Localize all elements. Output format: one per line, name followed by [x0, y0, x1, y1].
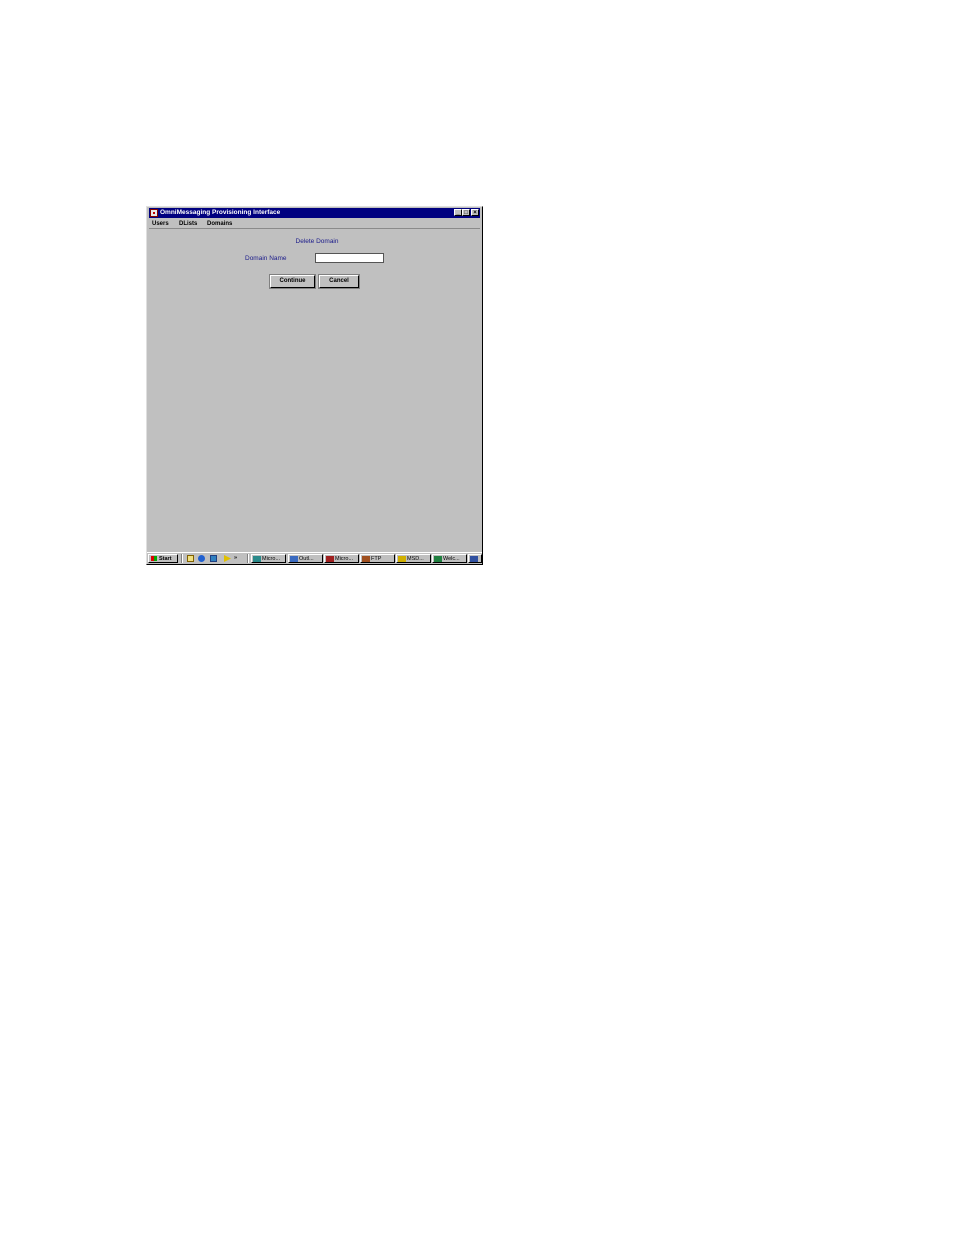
continue-button[interactable]: Continue: [270, 275, 315, 288]
domain-name-input[interactable]: [315, 253, 384, 263]
msdos-icon: [398, 556, 406, 562]
start-label: Start: [159, 556, 172, 562]
taskbar: Start » Micro... Outl... Micro... FTP MS…: [147, 552, 482, 564]
word-icon: [253, 556, 261, 562]
domain-name-label: Domain Name: [245, 255, 287, 262]
internet-explorer-icon[interactable]: [198, 555, 205, 562]
maximize-button[interactable]: □: [462, 209, 470, 216]
globe-icon: [434, 556, 442, 562]
menu-divider: [149, 228, 480, 229]
taskbar-button-app[interactable]: Micro...: [324, 554, 359, 563]
taskbar-button-ftp[interactable]: FTP: [360, 554, 395, 563]
page-heading: Delete Domain: [295, 238, 339, 245]
window-title: OmniMessaging Provisioning Interface: [160, 209, 281, 216]
minimize-button[interactable]: _: [454, 209, 462, 216]
ftp-icon: [362, 556, 370, 562]
media-player-icon[interactable]: [224, 555, 231, 562]
task-label: Outl...: [299, 556, 314, 562]
start-button[interactable]: Start: [148, 554, 178, 563]
taskbar-button-welcome[interactable]: Welc...: [432, 554, 467, 563]
quicklaunch-more-icon[interactable]: »: [234, 554, 237, 562]
taskbar-button-word[interactable]: Micro...: [251, 554, 286, 563]
java-app-icon: [150, 209, 158, 217]
taskbar-button-app[interactable]: [468, 554, 482, 563]
taskbar-separator: [247, 554, 249, 563]
outlook-icon: [290, 556, 298, 562]
application-window: OmniMessaging Provisioning Interface _ □…: [146, 206, 483, 565]
title-bar[interactable]: OmniMessaging Provisioning Interface _ □…: [149, 208, 480, 218]
app-icon: [470, 556, 478, 562]
outlook-icon[interactable]: [210, 555, 217, 562]
task-label: MSD...: [407, 556, 424, 562]
taskbar-button-msdos[interactable]: MSD...: [396, 554, 431, 563]
task-label: Micro...: [262, 556, 281, 562]
show-desktop-icon[interactable]: [187, 555, 194, 562]
cancel-button[interactable]: Cancel: [319, 275, 359, 288]
taskbar-button-outlook[interactable]: Outl...: [288, 554, 323, 563]
app-icon: [326, 556, 334, 562]
taskbar-separator: [181, 554, 183, 563]
task-label: Welc...: [443, 556, 460, 562]
task-label: Micro...: [335, 556, 354, 562]
close-button[interactable]: ×: [471, 209, 479, 216]
task-label: FTP: [371, 556, 382, 562]
windows-logo-icon: [151, 556, 157, 561]
